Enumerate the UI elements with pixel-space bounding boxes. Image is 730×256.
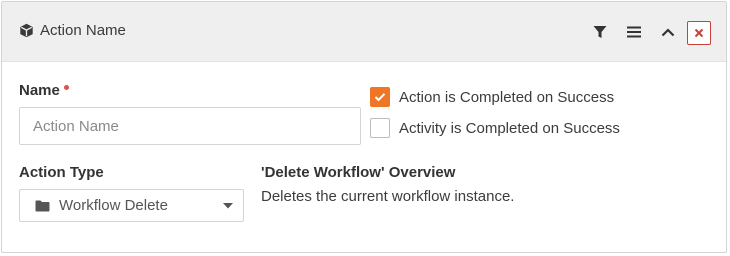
action-panel: Action Name Name Action Name Action is C… [1, 1, 727, 253]
panel-title-text: Action Name [40, 22, 126, 39]
action-type-selected: Workflow Delete [59, 197, 168, 214]
close-icon [694, 28, 704, 38]
panel-title[interactable]: Action Name [19, 22, 126, 39]
chevron-up-icon [661, 27, 675, 36]
panel-header: Action Name [2, 2, 726, 62]
required-indicator [63, 85, 69, 90]
caret-down-icon [223, 203, 233, 209]
action-name-input[interactable] [19, 107, 361, 145]
name-label: Name [19, 82, 69, 99]
collapse-button[interactable] [656, 20, 680, 44]
overview-description: Deletes the current workflow instance. [261, 188, 515, 205]
menu-button[interactable] [622, 20, 646, 44]
activity-completed-checkbox-row[interactable]: Activity is Completed on Success [370, 118, 620, 138]
name-label-text: Name [19, 82, 60, 99]
filter-icon [593, 26, 607, 38]
action-type-label: Action Type [19, 164, 104, 181]
action-completed-label: Action is Completed on Success [399, 88, 615, 106]
cube-icon [19, 23, 34, 38]
action-completed-checkbox[interactable] [370, 87, 390, 107]
folder-icon [35, 200, 50, 211]
menu-icon [627, 26, 641, 38]
close-button[interactable] [687, 21, 711, 45]
overview-title: 'Delete Workflow' Overview [261, 164, 456, 181]
action-completed-checkbox-row[interactable]: Action is Completed on Success [370, 87, 614, 107]
checkmark-icon [374, 93, 386, 102]
activity-completed-checkbox[interactable] [370, 118, 390, 138]
filter-button[interactable] [588, 20, 612, 44]
action-type-select[interactable]: Workflow Delete [19, 189, 244, 222]
activity-completed-label: Activity is Completed on Success [399, 119, 620, 137]
